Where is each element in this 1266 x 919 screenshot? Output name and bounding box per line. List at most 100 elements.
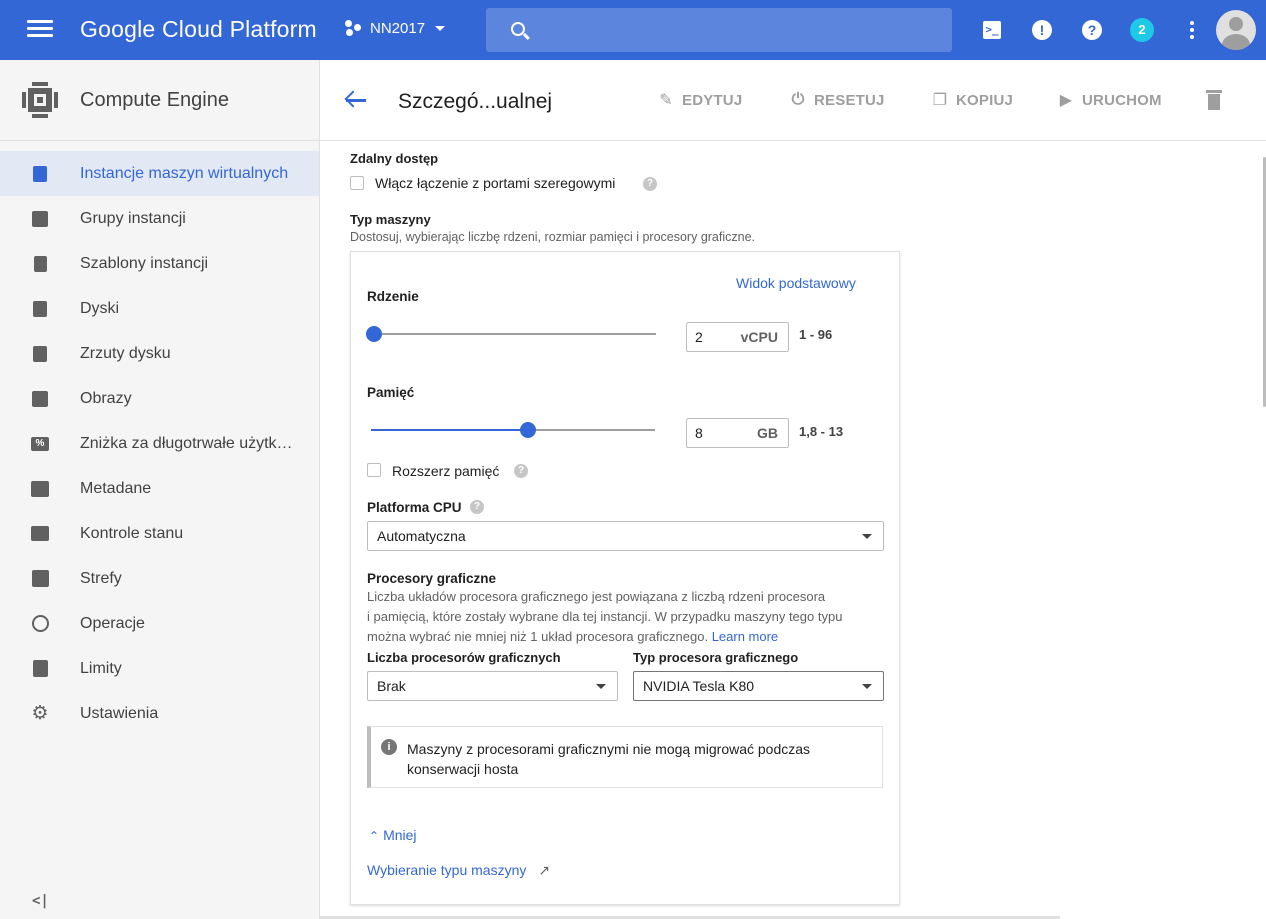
instance-groups-icon [31, 210, 49, 228]
vm-instances-icon [31, 165, 49, 183]
cores-slider-thumb[interactable] [365, 326, 382, 342]
memory-label: Pamięć [367, 385, 415, 400]
alert-icon[interactable]: ! [1030, 18, 1054, 42]
gpu-description-line-3: można wybrać nie mniej niż 1 układ proce… [367, 629, 779, 644]
search-icon [511, 22, 525, 36]
gpu-description-line-1: Liczba układów procesora graficznego jes… [367, 589, 826, 604]
play-icon: ▶ [1059, 92, 1073, 109]
instance-templates-icon [31, 255, 49, 273]
delete-icon[interactable] [1204, 88, 1224, 112]
gpu-type-label: Typ procesora graficznego [633, 650, 799, 665]
serial-port-checkbox[interactable] [350, 176, 364, 190]
start-button[interactable]: ▶ URUCHOM [1056, 90, 1162, 110]
info-icon: i [381, 739, 397, 755]
project-name: NN2017 [370, 19, 426, 37]
memory-range: 1,8 - 13 [799, 424, 844, 439]
percent-icon: % [31, 435, 49, 453]
notifications-badge[interactable]: 2 [1130, 18, 1154, 42]
sidebar-item-zones[interactable]: Strefy [0, 556, 319, 601]
sidebar-item-quotas[interactable]: Limity [0, 646, 319, 691]
memory-slider-thumb[interactable] [520, 422, 537, 438]
dropdown-arrow-icon [862, 534, 872, 539]
extend-memory-checkbox[interactable] [367, 463, 381, 477]
learn-more-link[interactable]: Learn more [712, 629, 778, 644]
more-vert-icon[interactable] [1180, 18, 1204, 42]
gear-icon: ⚙ [31, 702, 49, 724]
sidebar-header: Compute Engine [0, 60, 319, 141]
gpu-count-select[interactable]: Brak [367, 671, 618, 701]
machine-type-heading: Typ maszyny [350, 212, 431, 227]
show-less-link[interactable]: ⌃ Mniej [369, 827, 417, 843]
machine-type-card: Widok podstawowy Rdzenie vCPU 1 - 96 Pam… [350, 251, 900, 905]
sidebar-item-metadata[interactable]: Metadane [0, 466, 319, 511]
sidebar-item-operations[interactable]: Operacje [0, 601, 319, 646]
edit-button[interactable]: ✎ EDYTUJ [656, 90, 742, 110]
page-title: Szczegó...ualnej [398, 90, 553, 113]
cores-slider[interactable] [365, 326, 656, 342]
sidebar-item-health-checks[interactable]: Kontrole stanu [0, 511, 319, 556]
sidebar-item-disks[interactable]: Dyski [0, 286, 319, 331]
copy-icon: ❐ [932, 92, 948, 109]
cores-unit: vCPU [740, 329, 778, 345]
brand-title[interactable]: Google Cloud Platform [80, 16, 317, 43]
compute-engine-icon [22, 82, 58, 118]
basic-view-link[interactable]: Widok podstawowy [736, 275, 856, 291]
help-icon[interactable]: ? [643, 177, 657, 191]
sidebar-item-sustained-use-discounts[interactable]: % Zniżka za długotrwałe użytkowanie [0, 421, 319, 466]
project-selector[interactable]: NN2017 [344, 18, 446, 38]
dropdown-arrow-icon [596, 684, 606, 689]
product-title: Compute Engine [80, 89, 229, 111]
sidebar-item-instance-templates[interactable]: Szablony instancji [0, 241, 319, 286]
menu-icon[interactable] [27, 20, 53, 40]
metadata-icon [31, 480, 49, 498]
reset-button[interactable]: ⏻ RESETUJ [788, 90, 885, 110]
top-app-bar: Google Cloud Platform NN2017 >_ ! ? 2 [0, 0, 1266, 60]
zones-icon [31, 570, 49, 588]
help-icon[interactable]: ? [514, 464, 528, 478]
memory-input[interactable]: GB [686, 418, 789, 448]
memory-slider[interactable] [371, 422, 655, 438]
external-link-icon: ↗ [538, 862, 551, 878]
sidebar-item-images[interactable]: Obrazy [0, 376, 319, 421]
cores-range: 1 - 96 [799, 327, 833, 342]
images-icon [31, 390, 49, 408]
memory-value-field[interactable] [695, 425, 735, 441]
pencil-icon: ✎ [659, 92, 673, 109]
remote-access-heading: Zdalny dostęp [350, 151, 439, 166]
sidebar: Compute Engine Instancje maszyn wirtualn… [0, 60, 320, 919]
cores-input[interactable]: vCPU [686, 322, 789, 352]
search-input[interactable] [486, 8, 952, 52]
sidebar-item-instance-groups[interactable]: Grupy instancji [0, 196, 319, 241]
gpu-description-line-2: i pamięcią, które zostały wybrane dla te… [367, 609, 843, 624]
memory-unit: GB [757, 425, 778, 441]
serial-port-label: Włącz łączenie z portami szeregowymi [375, 175, 616, 191]
health-checks-icon [31, 525, 49, 543]
terminal-icon[interactable]: >_ [980, 18, 1004, 42]
main-content: Zdalny dostęp Włącz łączenie z portami s… [320, 141, 1266, 919]
info-banner: i Maszyny z procesorami graficznymi nie … [367, 726, 883, 788]
quotas-icon [31, 660, 49, 678]
sidebar-nav: Instancje maszyn wirtualnych Grupy insta… [0, 151, 319, 736]
collapse-sidebar-icon[interactable]: <| [32, 893, 49, 909]
sidebar-item-settings[interactable]: ⚙ Ustawienia [0, 691, 319, 736]
memory-slider-fill [371, 429, 529, 431]
sidebar-item-vm-instances[interactable]: Instancje maszyn wirtualnych [0, 151, 319, 196]
avatar[interactable] [1216, 10, 1256, 50]
back-arrow-icon[interactable] [344, 88, 368, 112]
copy-button[interactable]: ❐ KOPIUJ [930, 90, 1013, 110]
double-chevron-up-icon: ⌃ [369, 829, 380, 843]
gpu-heading: Procesory graficzne [367, 571, 497, 586]
help-icon[interactable]: ? [470, 500, 484, 514]
cores-label: Rdzenie [367, 289, 419, 304]
page-header: Szczegó...ualnej ✎ EDYTUJ ⏻ RESETUJ ❐ KO… [320, 60, 1266, 141]
cpu-platform-select[interactable]: Automatyczna [367, 521, 884, 551]
sidebar-item-snapshots[interactable]: Zrzuty dysku [0, 331, 319, 376]
choose-machine-type-link[interactable]: Wybieranie typu maszyny ↗ [367, 862, 550, 879]
cores-value-field[interactable] [695, 329, 735, 345]
clock-icon [31, 615, 49, 633]
gpu-type-select[interactable]: NVIDIA Tesla K80 [633, 671, 884, 701]
chevron-down-icon [435, 25, 446, 31]
help-icon[interactable]: ? [1080, 18, 1104, 42]
extend-memory-label: Rozszerz pamięć [392, 463, 500, 479]
project-icon [344, 18, 364, 38]
